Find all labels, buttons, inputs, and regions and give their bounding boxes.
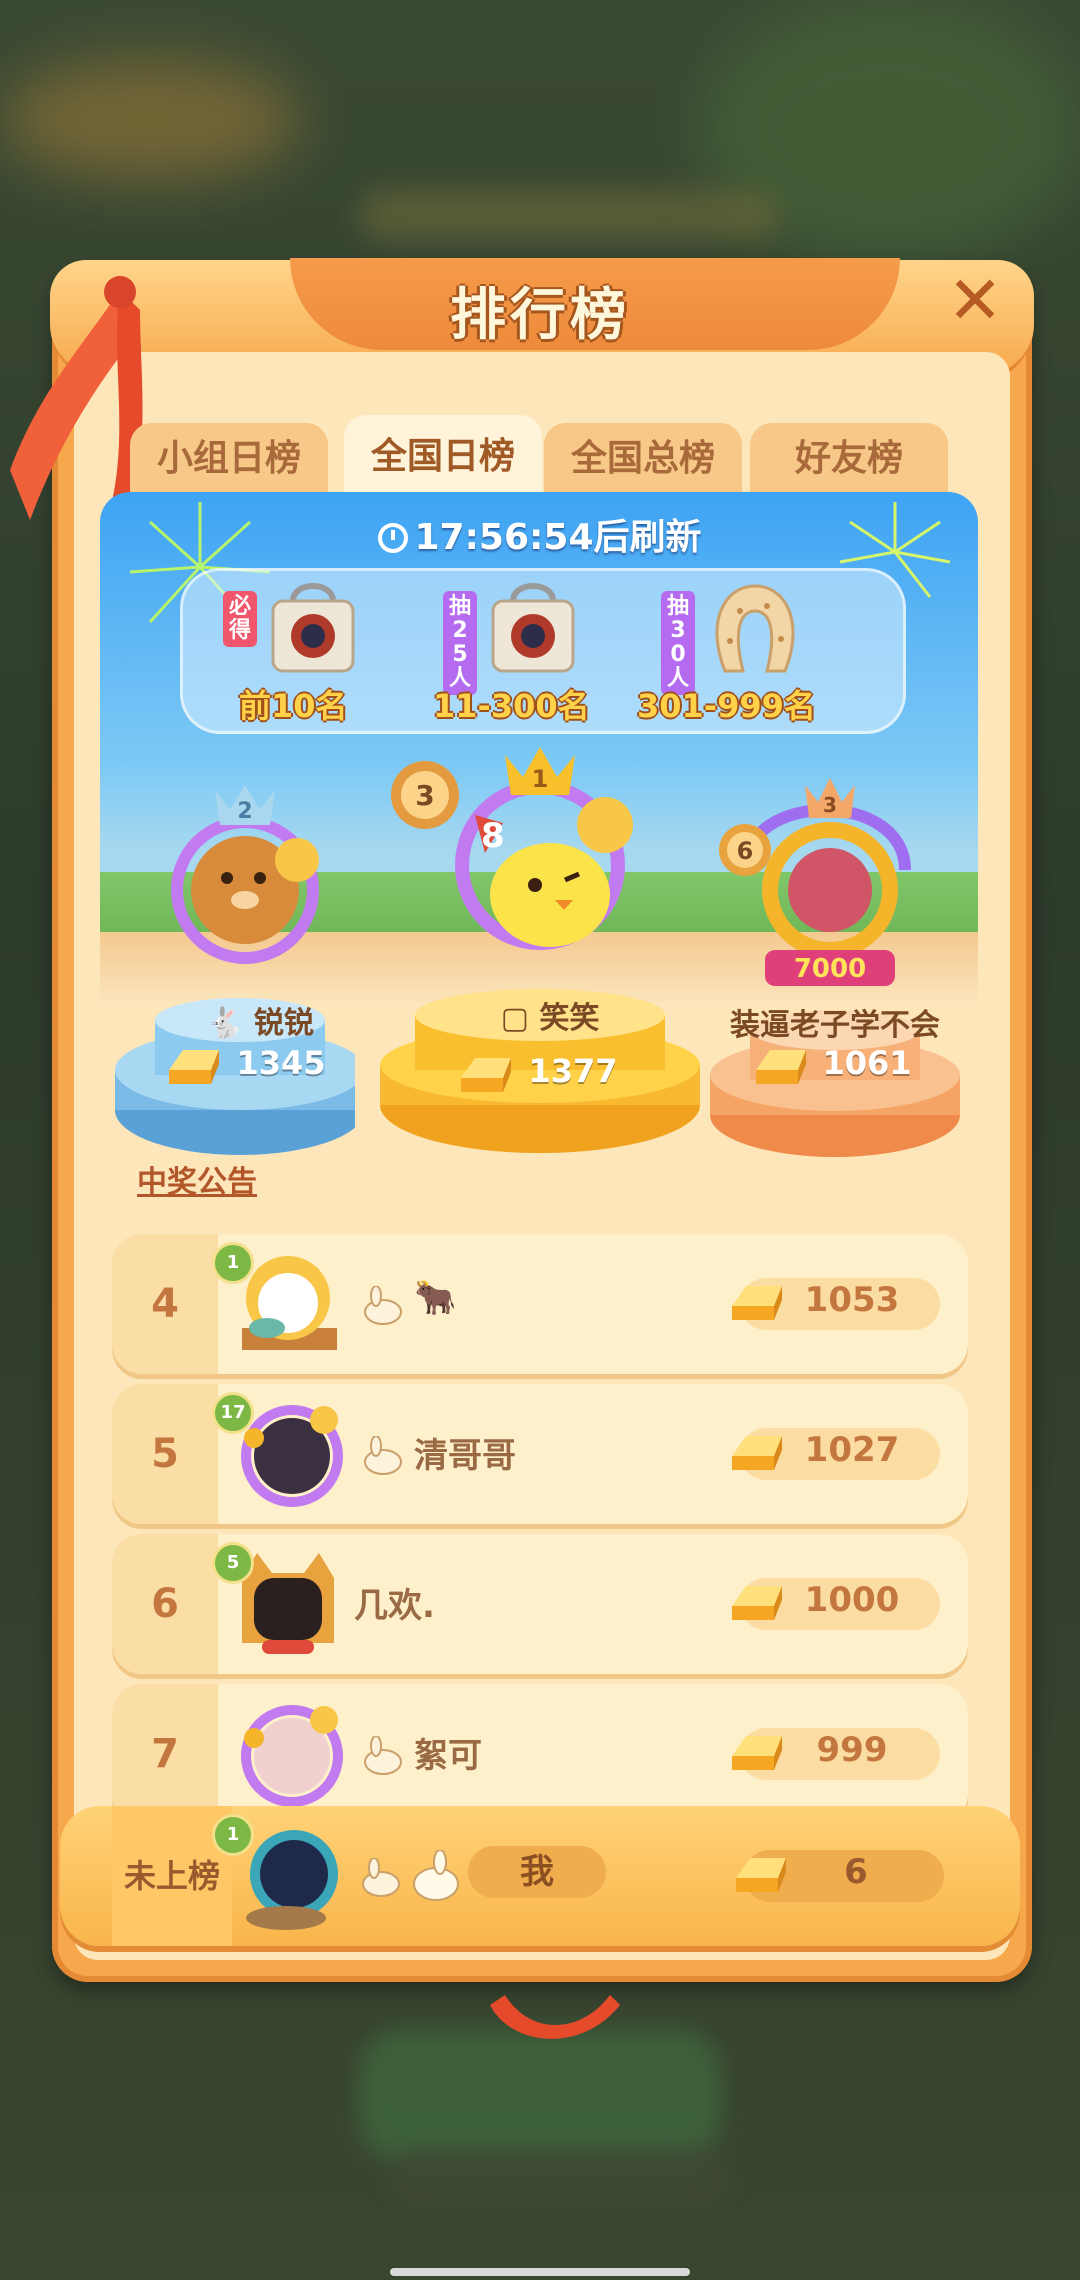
tab-national-total[interactable]: 全国总榜 xyxy=(544,423,742,495)
page-title: 排行榜 xyxy=(450,283,630,348)
name-text: 锐锐 xyxy=(253,1006,314,1041)
rabbit-pet-icon xyxy=(413,1850,459,1901)
level-badge: 17 xyxy=(212,1392,254,1434)
tab-group-daily[interactable]: 小组日榜 xyxy=(130,423,328,495)
level-badge: 5 xyxy=(212,1542,254,1584)
prize-tag: 必得 xyxy=(223,591,257,647)
background-hint xyxy=(390,2150,730,2210)
refresh-time: 17:56:54 xyxy=(414,517,594,558)
tab-friends[interactable]: 好友榜 xyxy=(750,423,948,495)
refresh-countdown: 17:56:54后刷新 xyxy=(0,508,1080,560)
list-item[interactable]: 6 5 几欢. 1000 xyxy=(112,1534,968,1674)
level-badge: 1 xyxy=(212,1814,254,1856)
my-rank-row[interactable]: 未上榜 1 我 6 xyxy=(60,1806,1020,1946)
player-name: 几欢. xyxy=(354,1586,435,1626)
close-button[interactable]: ✕ xyxy=(942,268,1008,336)
refresh-suffix: 后刷新 xyxy=(593,517,702,558)
gold-bar-icon xyxy=(732,1736,782,1770)
player-score: 1053 xyxy=(804,1280,900,1320)
svg-text:2: 2 xyxy=(237,799,252,824)
player-score: 1027 xyxy=(804,1430,900,1470)
bunny-icon xyxy=(364,1436,402,1475)
podium-second[interactable]: 2 xyxy=(115,770,355,1170)
winner-announcement-link[interactable]: 中奖公告 xyxy=(137,1157,257,1201)
bag-icon xyxy=(491,583,575,673)
player-name: 清哥哥 xyxy=(414,1436,516,1476)
gold-bar-icon xyxy=(756,1050,806,1084)
background-blur xyxy=(0,60,300,180)
svg-text:8: 8 xyxy=(481,816,505,856)
gold-bar-icon xyxy=(732,1586,782,1620)
svg-text:6: 6 xyxy=(737,837,754,865)
podium-first-name: ▢ 笑笑 xyxy=(500,1001,600,1036)
gold-bar-icon xyxy=(732,1286,782,1320)
home-indicator[interactable] xyxy=(390,2268,690,2276)
avatar xyxy=(241,1705,343,1807)
bunny-icon xyxy=(362,1858,400,1897)
prize-panel: 必得 前10名 抽25人 11-300名 抽30人 301-999名 xyxy=(180,568,906,734)
name-text: 笑笑 xyxy=(539,1001,600,1036)
player-score: 1000 xyxy=(804,1580,900,1620)
podium-first[interactable]: 3 1 8 xyxy=(375,735,705,1165)
svg-text:1: 1 xyxy=(532,765,549,793)
player-name: 絮可 xyxy=(414,1736,482,1776)
podium-third-name: 装逼老子学不会 xyxy=(730,1008,940,1043)
rank-number: 5 xyxy=(112,1384,218,1524)
gold-bar-icon xyxy=(732,1436,782,1470)
player-score: 999 xyxy=(816,1730,888,1770)
ribbon-decoration xyxy=(490,1995,620,2039)
my-score: 6 xyxy=(844,1852,868,1892)
rank-number: 4 xyxy=(112,1234,218,1374)
tab-bar: 小组日榜 全国日榜 全国总榜 好友榜 xyxy=(130,415,950,499)
gold-bar-icon xyxy=(736,1858,786,1892)
gold-bar-icon xyxy=(169,1050,219,1084)
prize-tag: 抽25人 xyxy=(443,591,477,695)
svg-text:3: 3 xyxy=(415,779,434,812)
podium-second-name: 🐇 锐锐 xyxy=(206,1006,314,1041)
tab-national-daily[interactable]: 全国日榜 xyxy=(344,415,542,499)
svg-text:3: 3 xyxy=(823,793,837,817)
prize-tag: 抽30人 xyxy=(661,591,695,695)
my-name: 我 xyxy=(468,1846,606,1898)
list-item[interactable]: 7 絮可 999 xyxy=(112,1684,968,1824)
list-item[interactable]: 5 17 清哥哥 1027 xyxy=(112,1384,968,1524)
clock-icon xyxy=(378,523,409,553)
prize-label: 前10名 xyxy=(239,687,348,725)
rank-number: 7 xyxy=(112,1684,218,1824)
podium-third-score: 1061 xyxy=(822,1044,912,1082)
player-name: 🐂 xyxy=(414,1278,457,1318)
background-title xyxy=(360,190,780,240)
rank-number: 6 xyxy=(112,1534,218,1674)
podium-second-score: 1345 xyxy=(236,1044,326,1082)
prize-label: 301-999名 xyxy=(637,687,816,725)
bunny-icon xyxy=(364,1286,402,1325)
list-item[interactable]: 4 1 🐂 1053 xyxy=(112,1234,968,1374)
close-icon: ✕ xyxy=(947,262,1003,339)
level-badge: 1 xyxy=(212,1242,254,1284)
bag-icon xyxy=(271,583,355,673)
gold-bar-icon xyxy=(461,1058,511,1092)
podium-first-score: 1377 xyxy=(528,1052,618,1090)
neck-pillow-icon xyxy=(715,584,795,673)
bunny-icon xyxy=(364,1736,402,1775)
podium-third[interactable]: 6 3 7000 xyxy=(705,770,965,1170)
prize-label: 11-300名 xyxy=(433,687,590,725)
svg-text:7000: 7000 xyxy=(794,954,866,984)
